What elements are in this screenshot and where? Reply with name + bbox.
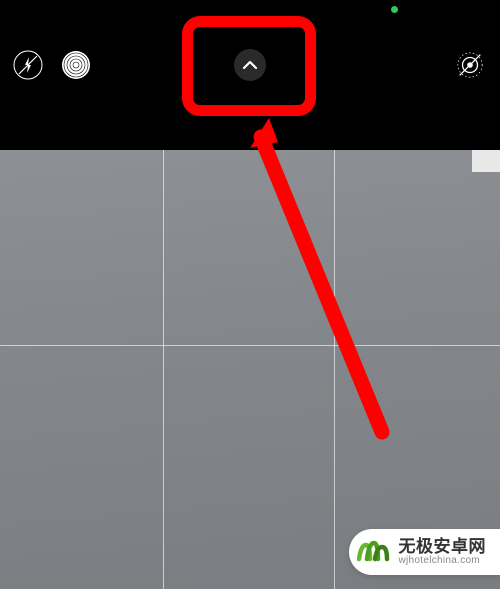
grid-line <box>163 150 164 589</box>
watermark-logo-icon <box>357 535 391 569</box>
grid-line <box>334 150 335 589</box>
watermark-title: 无极安卓网 <box>399 538 487 556</box>
flash-toggle-button[interactable] <box>13 50 43 80</box>
expand-controls-button[interactable] <box>234 49 266 81</box>
status-indicator-dot <box>391 6 398 13</box>
watermark-url: wjhotelchina.com <box>399 556 487 567</box>
viewfinder-edge <box>472 150 500 172</box>
chevron-up-icon <box>241 56 259 74</box>
grid-line <box>0 345 500 346</box>
live-photo-button[interactable] <box>455 50 485 80</box>
watermark-badge: 无极安卓网 wjhotelchina.com <box>349 529 500 575</box>
night-mode-button[interactable] <box>61 50 91 80</box>
camera-top-bar <box>0 0 500 150</box>
camera-viewfinder[interactable] <box>0 150 500 589</box>
